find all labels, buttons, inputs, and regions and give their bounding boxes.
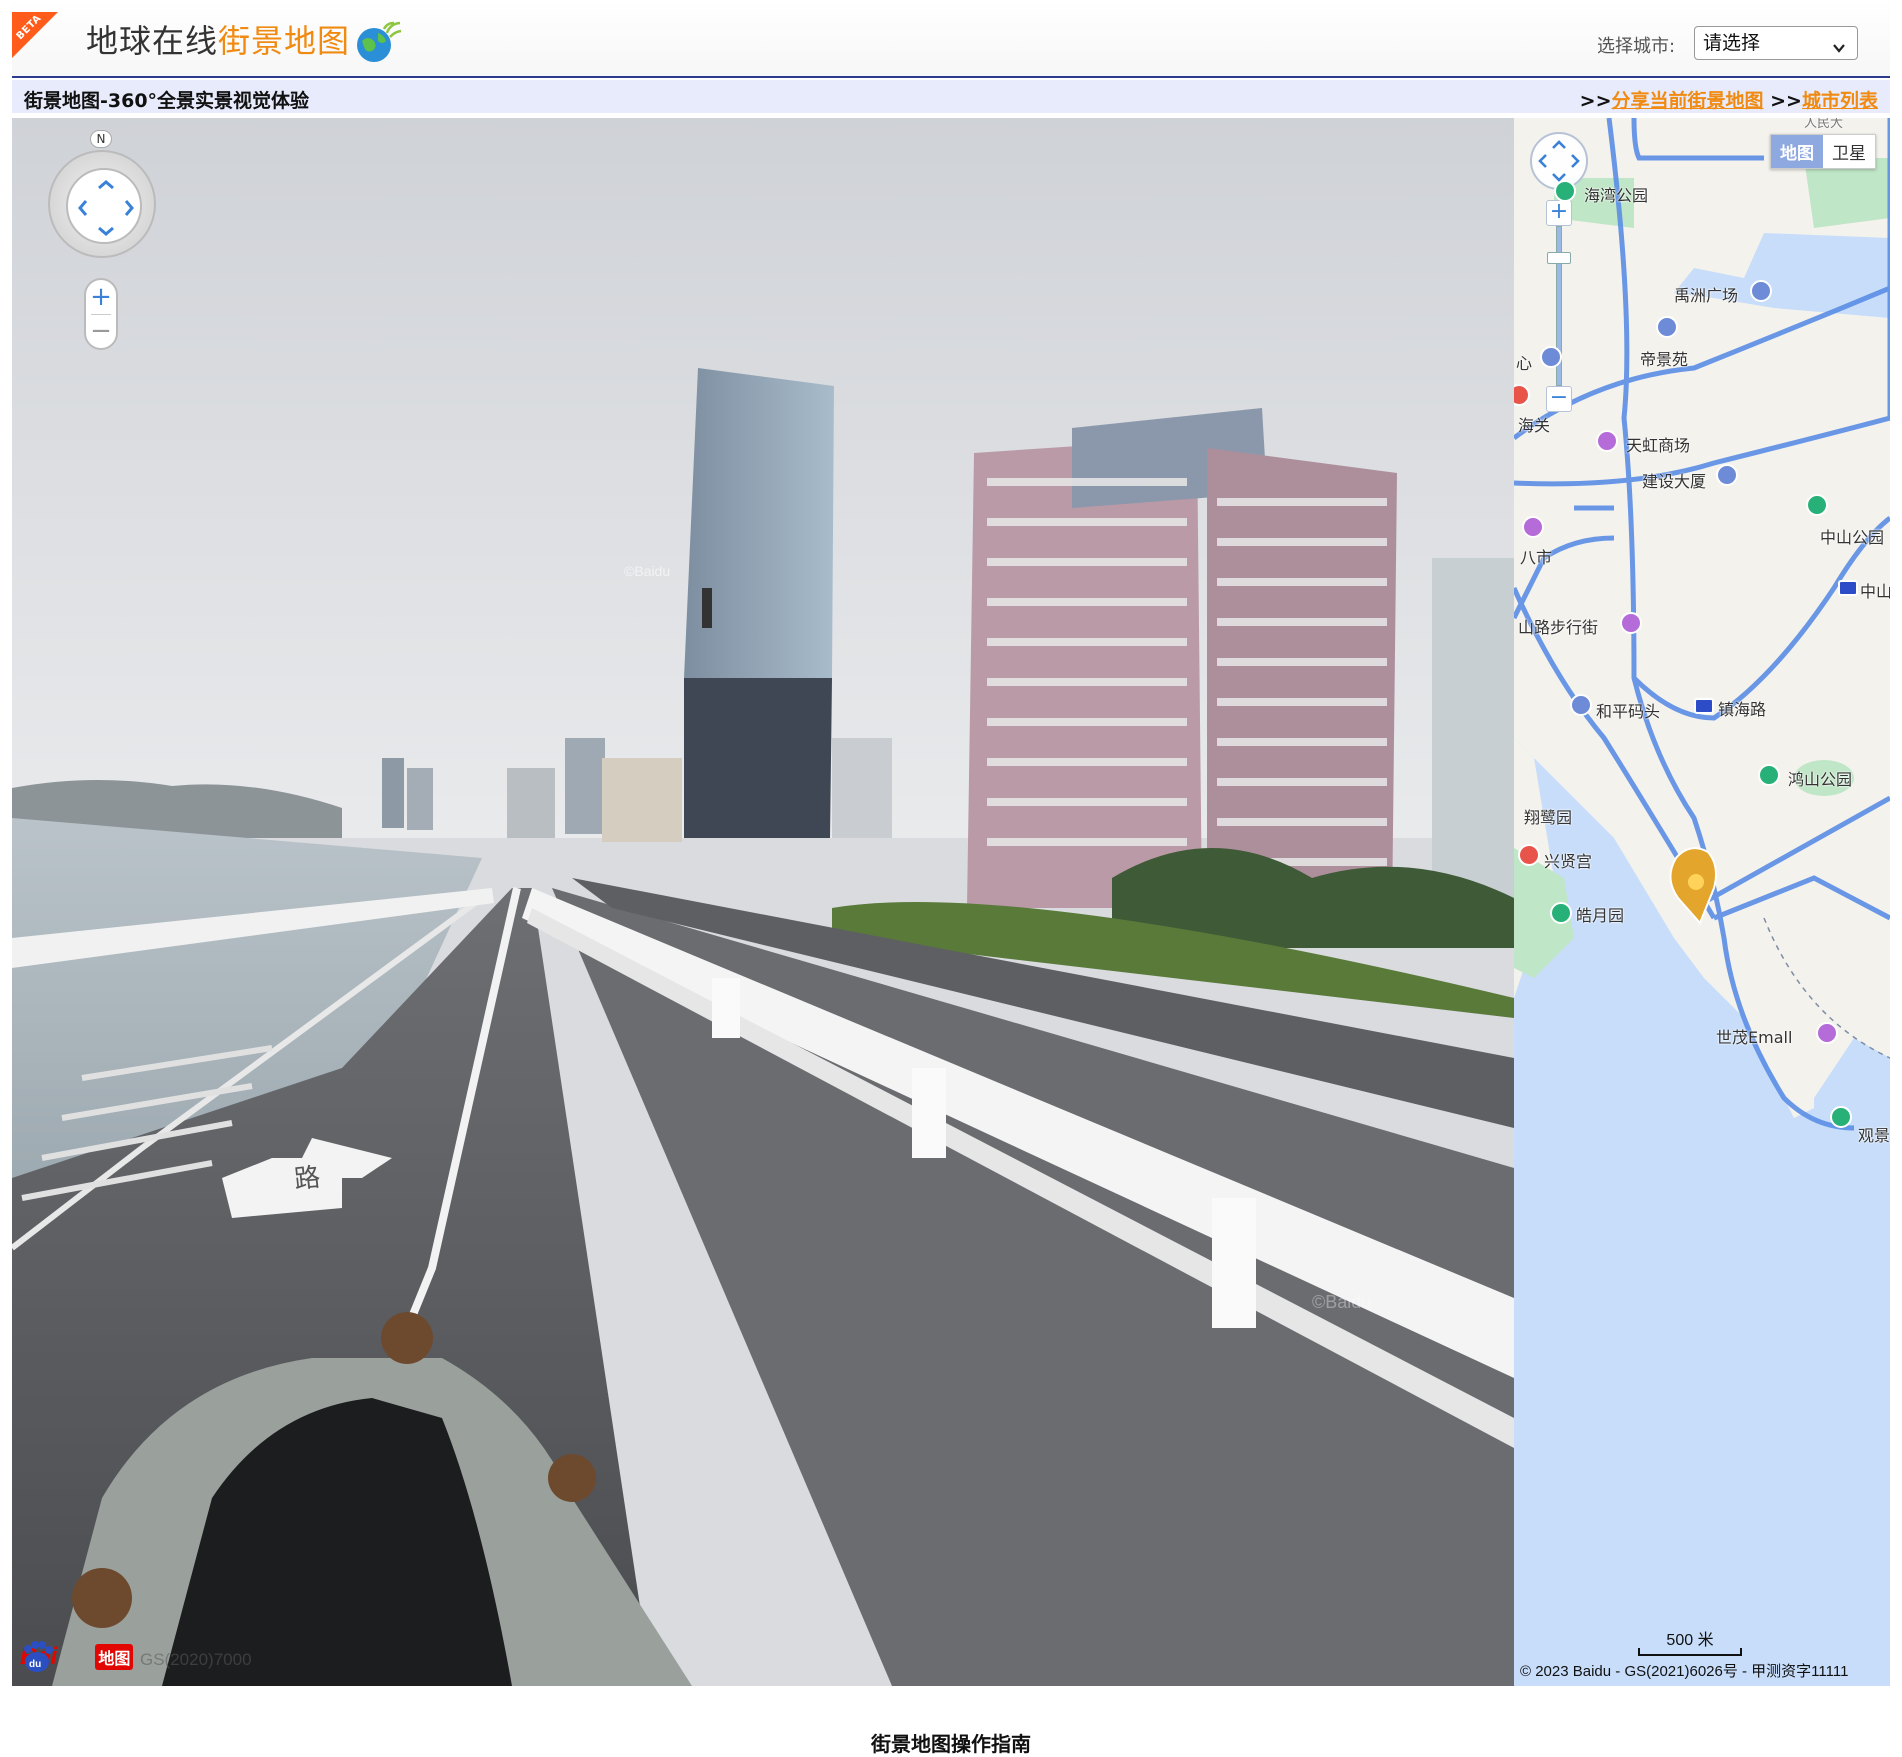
site-header: BETA 地球在线 街景地图 选择城市: 请选择 [12,0,1890,78]
map-zoom-slider: + − [1546,200,1572,412]
panorama-scene: ©Baidu ©Baidu [12,118,1514,1686]
page-title: 街景地图-360°全景实景视觉体验 [24,90,310,112]
title-links: >>分享当前街景地图 >>城市列表 [1580,86,1878,113]
panorama-approval-number: GS(2020)7000 [140,1650,252,1669]
pan-control[interactable] [66,168,142,244]
share-street-view-link[interactable]: 分享当前街景地图 [1612,90,1764,112]
map-label-zhong: 中山 [1860,582,1890,601]
baidu-paw-icon: du [24,1640,93,1674]
ferry-icon [1570,694,1592,716]
map-copyright: © 2023 Baidu - GS(2021)6026号 - 甲测资字11111 [1520,1663,1849,1680]
link-prefix-1: >> [1579,90,1612,112]
logo-text-dark: 地球在线 [86,22,219,60]
shopping-icon [1620,612,1642,634]
map-type-map-button[interactable]: 地图 [1771,135,1823,168]
panorama-zoom-control: + − [84,278,118,350]
map-label-diyuan: 帝景苑 [1640,350,1689,369]
city-list-link[interactable]: 城市列表 [1802,90,1878,112]
map-label-bashi: 八市 [1520,548,1553,567]
map-label-guanjing: 观景 [1858,1126,1890,1145]
temple-icon [1518,844,1540,866]
site-logo[interactable]: 地球在线 街景地图 [86,14,402,64]
pan-arrows-icon [78,180,134,236]
park-icon [1550,902,1572,924]
city-select[interactable]: 请选择 [1694,26,1858,60]
metro-icon [1838,580,1858,596]
map-label-top: 人民大 [1804,118,1844,131]
globe-icon [354,19,402,62]
map-label-yuzhou-plaza: 禹洲广场 [1674,286,1739,305]
city-select-value: 请选择 [1703,32,1761,54]
mini-map[interactable]: 地图 卫星 + − 人民大 海湾公园 禹洲广场 帝景苑 心 海关 天虹商场 建设… [1514,118,1890,1686]
park-icon [1554,180,1576,202]
compass-north-badge: N [90,130,112,148]
map-label-xingxian-palace: 兴贤宫 [1544,852,1593,871]
building-icon [1750,280,1772,302]
map-label-tianhong: 天虹商场 [1626,436,1691,455]
park-icon [1758,764,1780,786]
map-scale-label: 500 米 [1666,1632,1714,1649]
baidu-logo[interactable]: Bai du 地图 [20,1640,134,1674]
zoom-in-button[interactable]: + [86,282,116,312]
compass-ring[interactable] [48,150,156,258]
baidu-map-text: 地图 [95,1644,134,1670]
map-label-jianshe: 建设大厦 [1642,472,1707,491]
metro-icon [1694,698,1714,714]
map-label-walking-street: 山路步行街 [1518,618,1599,637]
link-prefix-2: >> [1770,90,1802,112]
road-marking-text: 路 [292,1162,322,1196]
city-select-label: 选择城市: [1597,36,1676,57]
map-scale-bar [1638,1648,1742,1656]
map-label-xin: 心 [1516,354,1533,373]
map-label-heping-pier: 和平码头 [1596,702,1661,721]
building-icon [1540,346,1562,368]
title-bar: 街景地图-360°全景实景视觉体验 >>分享当前街景地图 >>城市列表 [12,80,1890,116]
shopping-icon [1816,1022,1838,1044]
svg-text:©Baidu: ©Baidu [1312,1292,1371,1312]
map-label-haiwan-park: 海湾公园 [1584,186,1649,205]
map-label-xianglu-yuan: 翔鹭园 [1524,808,1573,827]
shopping-icon [1522,516,1544,538]
park-icon [1806,494,1828,516]
map-type-satellite-button[interactable]: 卫星 [1823,135,1875,168]
zoom-out-button[interactable]: − [86,316,116,346]
residence-icon [1656,316,1678,338]
building-icon [1716,464,1738,486]
shopping-icon [1596,430,1618,452]
map-label-zhenhai-road: 镇海路 [1718,700,1767,719]
map-zoom-out-button[interactable]: − [1546,386,1572,412]
svg-text:©Baidu: ©Baidu [624,563,670,579]
logo-text-orange: 街景地图 [218,22,351,60]
map-label-haiguan: 海关 [1518,416,1551,435]
svg-text:du: du [29,1659,41,1670]
map-label-shimao-emall: 世茂Emall [1716,1028,1793,1047]
map-zoom-in-button[interactable]: + [1546,200,1572,226]
operation-guide-heading: 街景地图操作指南 [871,1732,1031,1756]
map-label-hongshan-park: 鸿山公园 [1788,770,1853,789]
map-type-toggle: 地图 卫星 [1770,134,1876,169]
park-icon [1830,1106,1852,1128]
beta-badge: BETA [12,12,58,58]
map-label-haoyue-yuan: 皓月园 [1576,906,1625,925]
street-view-panorama[interactable]: ©Baidu ©Baidu 路 N + − Bai [12,118,1514,1686]
map-label-zhongshan-park: 中山公园 [1820,528,1885,547]
map-zoom-handle[interactable] [1547,252,1571,264]
pan-arrows-icon [1538,140,1580,182]
chevron-down-icon [1831,34,1847,66]
